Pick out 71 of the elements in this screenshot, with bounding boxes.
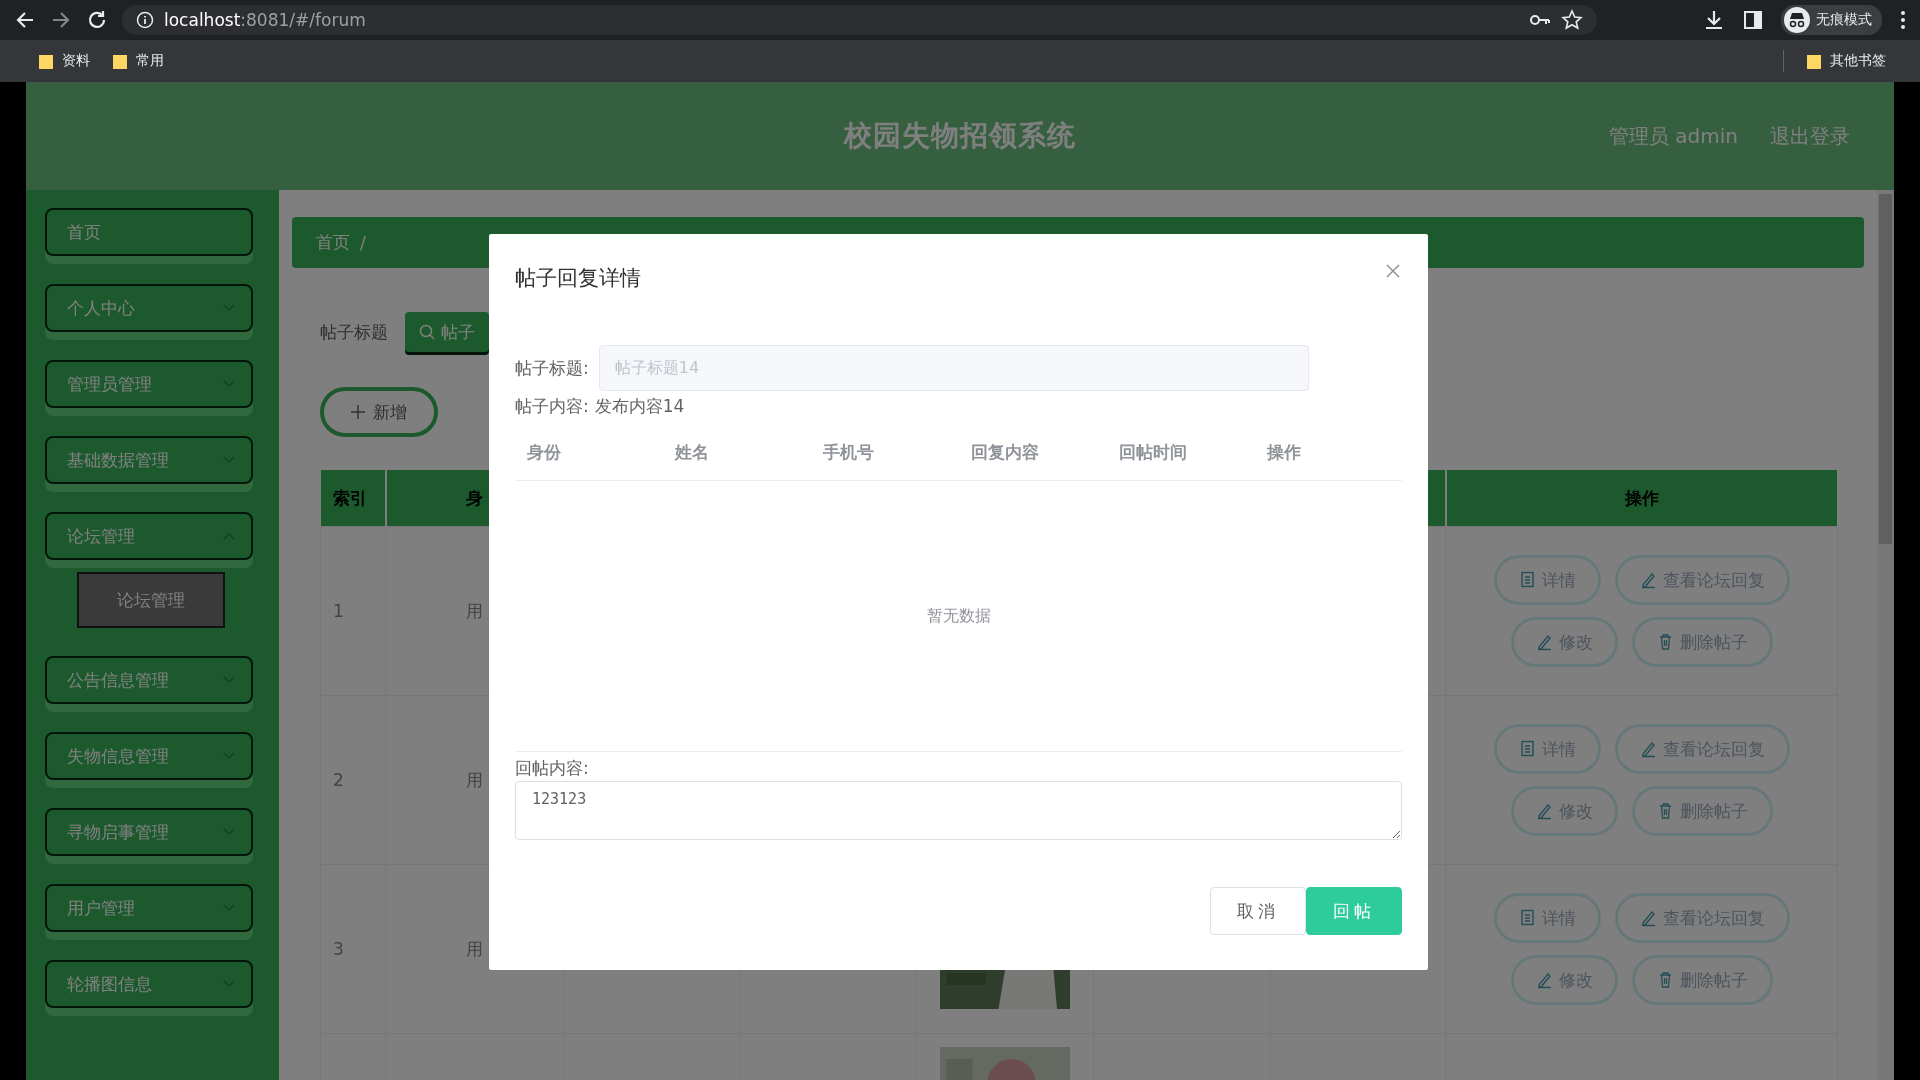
folder-icon <box>38 52 54 70</box>
table-cell: 3 <box>333 939 344 959</box>
chevron-down-icon <box>223 828 235 836</box>
reply-field[interactable]: 123123 <box>515 781 1402 840</box>
profile-button[interactable]: 无痕模式 <box>1781 5 1882 35</box>
star-icon[interactable] <box>1561 9 1583 31</box>
incognito-icon <box>1784 7 1810 33</box>
reply-button[interactable]: 回帖 <box>1306 887 1402 935</box>
field-label: 帖子内容: <box>515 395 589 418</box>
submenu-item[interactable]: 论坛管理 <box>77 572 225 628</box>
folder-icon <box>1806 52 1822 70</box>
pencil-icon <box>1639 909 1657 927</box>
cancel-button[interactable]: 取消 <box>1210 887 1306 935</box>
document-icon <box>1518 740 1536 758</box>
plus-icon <box>351 405 365 419</box>
table-cell: 用 <box>466 600 483 621</box>
document-icon <box>1518 909 1536 927</box>
pencil-icon <box>1535 802 1553 820</box>
info-icon <box>136 11 154 29</box>
bookmark[interactable]: 资料 <box>38 52 90 70</box>
field-label: 回帖内容: <box>515 758 589 778</box>
field-value: 发布内容14 <box>594 395 685 418</box>
column-header: 操作 <box>1265 440 1302 464</box>
more-menu-icon[interactable] <box>1900 10 1906 30</box>
column-header: 姓名 <box>673 440 710 464</box>
search-label: 帖子标题 <box>320 320 388 344</box>
table-cell: 2 <box>333 770 344 790</box>
breadcrumb-separator: / <box>360 232 366 253</box>
address-bar[interactable]: localhost:8081/#/forum <box>122 5 1597 35</box>
field-label: 帖子标题: <box>515 356 589 380</box>
bookmark[interactable]: 常用 <box>112 52 164 70</box>
folder-icon <box>112 52 128 70</box>
table-cell: 用 <box>466 938 483 959</box>
pencil-icon <box>1639 571 1657 589</box>
chevron-down-icon <box>223 904 235 912</box>
chevron-down-icon <box>223 752 235 760</box>
empty-message: 暂无数据 <box>926 605 991 627</box>
download-icon[interactable] <box>1703 9 1725 31</box>
close-icon[interactable] <box>1386 264 1400 278</box>
app-title: 校园失物招领系统 <box>844 119 1076 152</box>
scrollbar[interactable] <box>1877 190 1894 1080</box>
column-header: 回复内容 <box>970 440 1040 464</box>
chevron-down-icon <box>223 380 235 388</box>
bookmark[interactable]: 其他书签 <box>1806 52 1886 70</box>
search-button[interactable]: 帖子 <box>405 312 489 352</box>
breadcrumb-link[interactable]: 首页 <box>316 231 350 254</box>
chevron-down-icon <box>223 676 235 684</box>
chevron-down-icon <box>223 980 235 988</box>
logout-link[interactable]: 退出登录 <box>1770 122 1850 150</box>
pencil-icon <box>1535 971 1553 989</box>
pencil-icon <box>1639 740 1657 758</box>
add-button[interactable]: 新增 <box>320 387 438 437</box>
side-panel-icon[interactable] <box>1743 10 1763 30</box>
dialog-title: 帖子回复详情 <box>515 265 641 292</box>
column-header: 回帖时间 <box>1118 440 1188 464</box>
document-icon <box>1518 571 1536 589</box>
column-header: 身份 <box>526 440 562 464</box>
chevron-down-icon <box>223 304 235 312</box>
search-icon <box>419 324 435 340</box>
chevron-down-icon <box>223 532 235 540</box>
column-header: 手机号 <box>822 440 875 464</box>
url-text: localhost:8081/#/forum <box>164 10 366 30</box>
column-header: 操作 <box>1624 487 1659 508</box>
reload-icon[interactable] <box>86 9 108 31</box>
table-cell: 用 <box>466 769 483 790</box>
column-header: 索引 <box>332 487 367 508</box>
table-cell: 1 <box>333 601 344 621</box>
column-header: 身 <box>466 487 483 508</box>
chevron-down-icon <box>223 456 235 464</box>
user-label: 管理员 admin <box>1608 122 1738 150</box>
pencil-icon <box>1535 633 1553 651</box>
